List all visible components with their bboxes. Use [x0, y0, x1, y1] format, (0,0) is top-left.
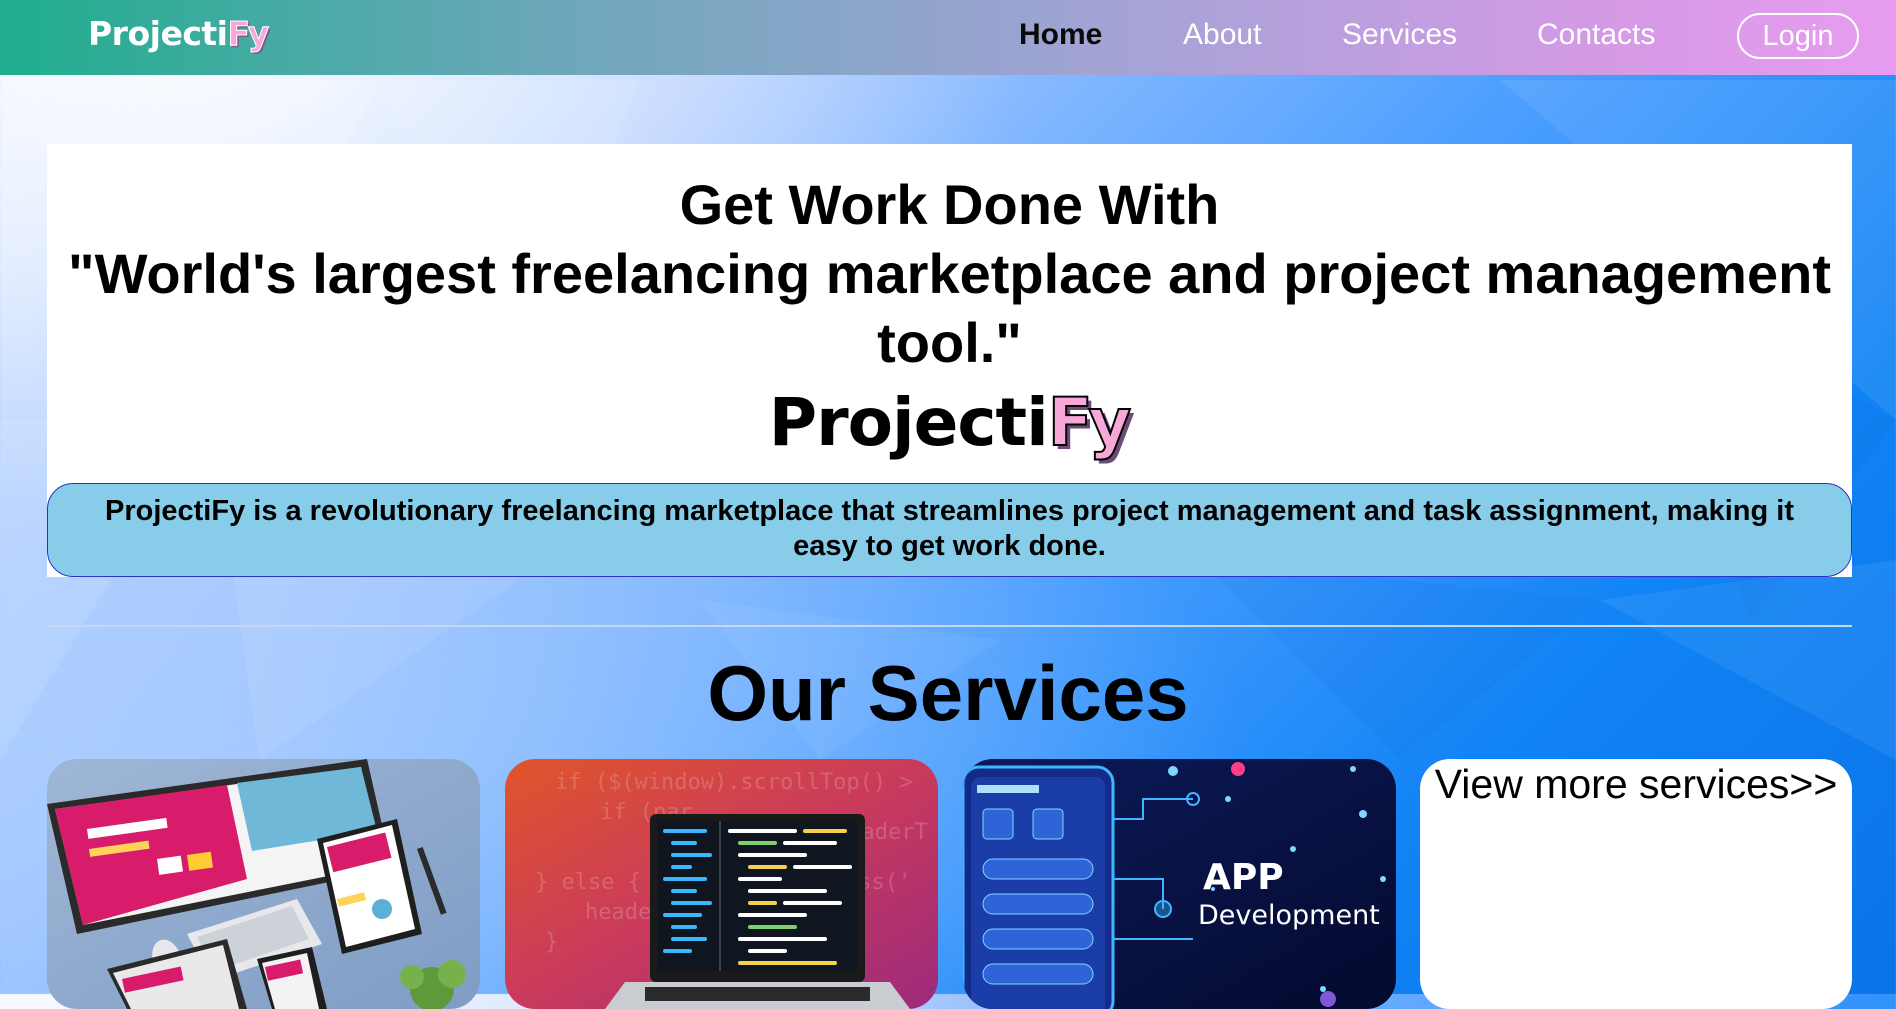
hero-card: Get Work Done With "World's largest free…	[47, 144, 1852, 577]
nav-link-services[interactable]: Services	[1342, 18, 1457, 52]
hero-brand-main: Projecti	[768, 384, 1049, 461]
svg-text:}: }	[545, 930, 558, 955]
app-image-text-line2: Development	[1198, 900, 1380, 931]
hero-brand-logo: ProjectiFy	[47, 383, 1852, 462]
section-divider	[47, 625, 1852, 627]
service-card-app-development[interactable]: APP Development	[963, 759, 1396, 1009]
view-more-services-card[interactable]: View more services>>	[1420, 759, 1852, 1009]
login-button[interactable]: Login	[1737, 13, 1859, 59]
hero-heading-line2: "World's largest freelancing marketplace…	[68, 242, 1831, 374]
nav-link-home[interactable]: Home	[1019, 18, 1102, 52]
hero-heading: Get Work Done With "World's largest free…	[47, 170, 1852, 377]
service-card-web-design[interactable]	[47, 759, 480, 1009]
app-image-text-line1: APP	[1203, 857, 1284, 898]
laptop-with-code-image: if ($(window).scrollTop() > if (par } el…	[505, 759, 938, 1009]
responsive-web-design-devices-image	[47, 759, 480, 1009]
top-navbar: ProjectiFy Home About Services Contacts …	[0, 0, 1896, 75]
brand-logo-main: Projecti	[88, 14, 228, 53]
nav-link-about[interactable]: About	[1183, 18, 1261, 52]
svg-text:} else {: } else {	[535, 870, 641, 895]
svg-text:if ($(window).scrollTop() >: if ($(window).scrollTop() >	[555, 770, 913, 795]
hero-brand-accent: Fy	[1047, 383, 1132, 462]
view-more-services-link[interactable]: View more services>>	[1420, 759, 1852, 807]
hero-heading-line1: Get Work Done With	[679, 173, 1220, 236]
brand-logo[interactable]: ProjectiFy	[88, 14, 270, 54]
app-development-image: APP Development	[963, 759, 1396, 1009]
brand-logo-accent: Fy	[227, 14, 270, 54]
nav-link-contacts[interactable]: Contacts	[1537, 18, 1655, 52]
services-title: Our Services	[707, 649, 1189, 737]
service-card-web-development[interactable]: if ($(window).scrollTop() > if (par } el…	[505, 759, 938, 1009]
hero-description: ProjectiFy is a revolutionary freelancin…	[47, 483, 1852, 577]
